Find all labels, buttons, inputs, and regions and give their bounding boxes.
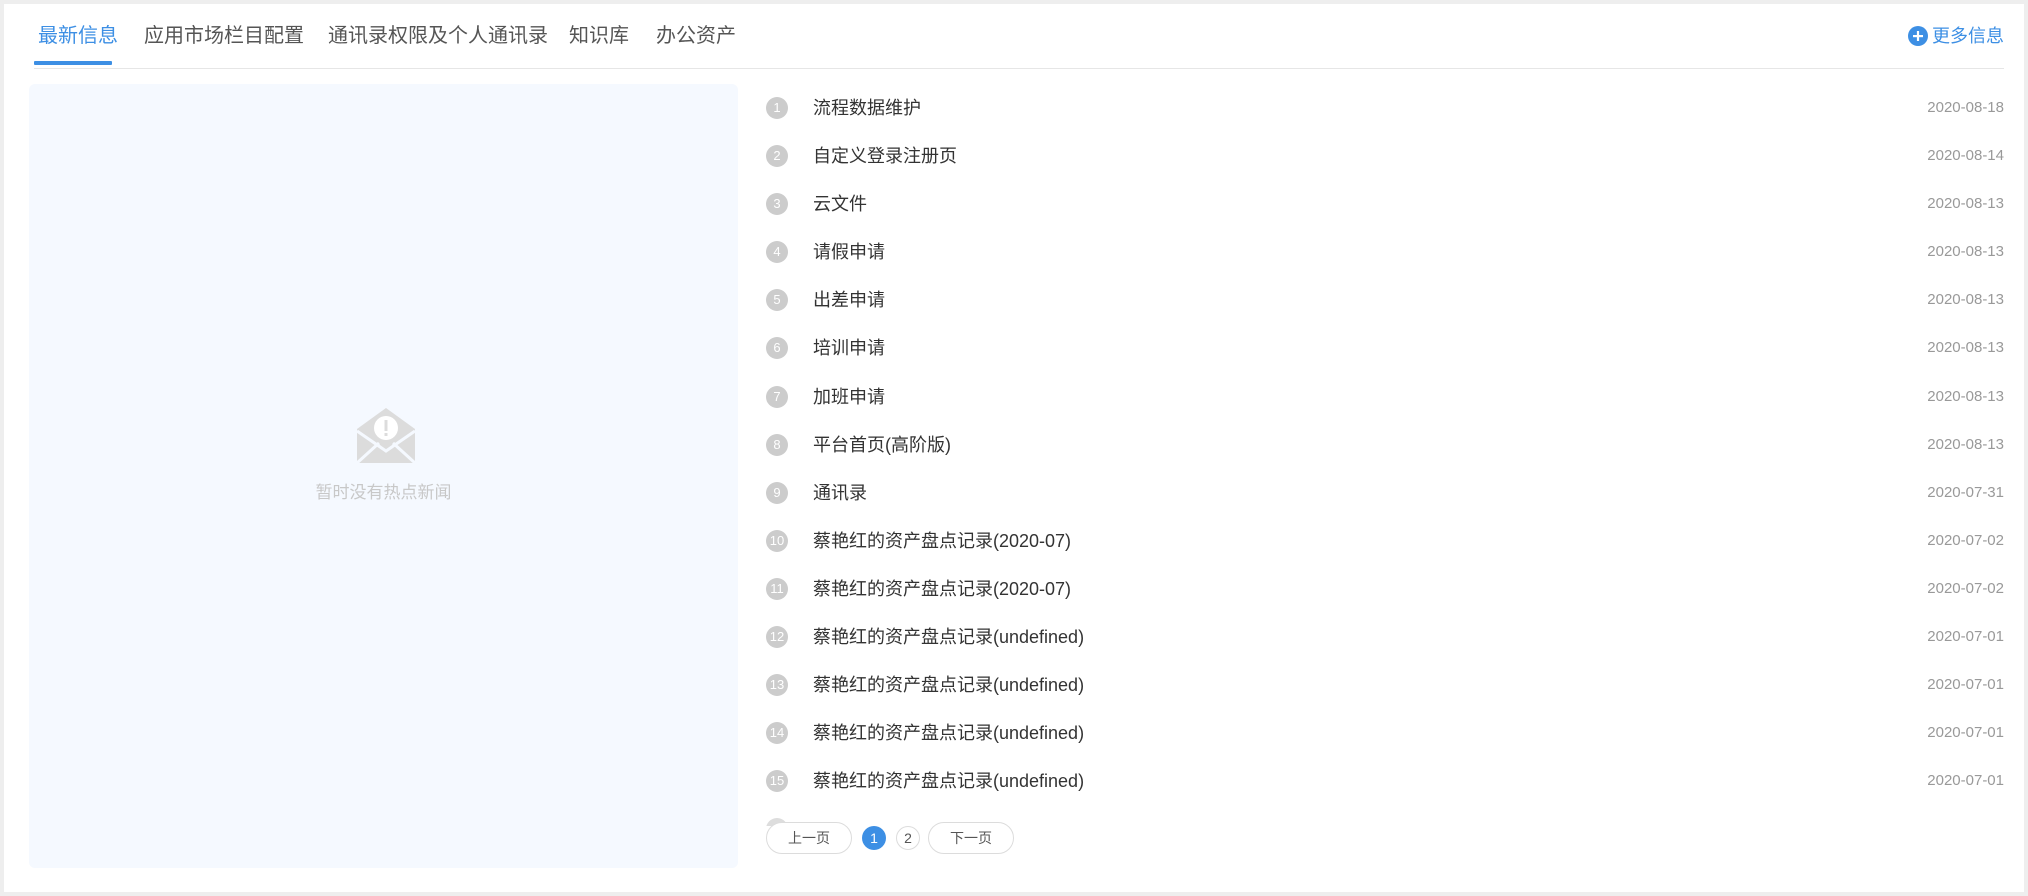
tab-latest-info[interactable]: 最新信息	[38, 22, 118, 50]
news-date: 2020-08-14	[1927, 147, 2004, 165]
news-title[interactable]: 出差申请	[813, 287, 885, 313]
news-title[interactable]: 流程数据维护	[813, 95, 921, 121]
news-date: 2020-07-01	[1927, 628, 2004, 646]
news-title[interactable]: 蔡艳红的资产盘点记录(2020-07)	[813, 576, 1071, 602]
news-title[interactable]: 蔡艳红的资产盘点记录(2020-07)	[813, 528, 1071, 554]
news-title[interactable]: 加班申请	[813, 384, 885, 410]
rank-badge: 10	[766, 529, 788, 552]
rank-badge: 14	[766, 722, 788, 745]
news-title[interactable]: 培训申请	[813, 335, 885, 361]
news-list: 1 流程数据维护 2020-08-18 2 自定义登录注册页 2020-08-14 3 云文件…	[766, 86, 2004, 807]
news-row[interactable]: 10 蔡艳红的资产盘点记录(2020-07) 2020-07-02	[766, 519, 2004, 567]
rank-badge: 9	[766, 481, 788, 504]
tab-contacts-permissions[interactable]: 通讯录权限及个人通讯录	[328, 22, 548, 50]
rank-badge: 3	[766, 193, 788, 216]
news-title[interactable]: 平台首页(高阶版)	[813, 432, 951, 458]
news-title[interactable]: 蔡艳红的资产盘点记录(undefined)	[813, 672, 1084, 698]
news-row[interactable]: 6 培训申请 2020-08-13	[766, 326, 2004, 374]
tab-office-assets[interactable]: 办公资产	[656, 22, 736, 50]
news-date: 2020-08-13	[1927, 291, 2004, 309]
page-2-button[interactable]: 2	[896, 826, 920, 850]
news-row[interactable]: 14 蔡艳红的资产盘点记录(undefined) 2020-07-01	[766, 711, 2004, 759]
news-row[interactable]: 11 蔡艳红的资产盘点记录(2020-07) 2020-07-02	[766, 567, 2004, 615]
news-widget: 最新信息 应用市场栏目配置 通讯录权限及个人通讯录 知识库 办公资产 更多信息 …	[4, 4, 2024, 892]
news-title[interactable]: 通讯录	[813, 480, 867, 506]
page-1-button[interactable]: 1	[862, 826, 886, 850]
news-date: 2020-07-01	[1927, 676, 2004, 694]
news-row[interactable]: 13 蔡艳红的资产盘点记录(undefined) 2020-07-01	[766, 663, 2004, 711]
news-row[interactable]: 1 流程数据维护 2020-08-18	[766, 86, 2004, 134]
news-row[interactable]: 5 出差申请 2020-08-13	[766, 278, 2004, 326]
news-date: 2020-08-13	[1927, 387, 2004, 405]
rank-badge: 8	[766, 433, 788, 456]
hot-news-panel: 暂时没有热点新闻	[29, 84, 738, 868]
news-row[interactable]: 12 蔡艳红的资产盘点记录(undefined) 2020-07-01	[766, 615, 2004, 663]
news-row[interactable]: 8 平台首页(高阶版) 2020-08-13	[766, 423, 2004, 471]
news-row[interactable]: 4 请假申请 2020-08-13	[766, 230, 2004, 278]
news-date: 2020-08-13	[1927, 243, 2004, 261]
mail-warning-icon	[355, 408, 417, 465]
news-date: 2020-07-01	[1927, 724, 2004, 742]
tab-app-market-config[interactable]: 应用市场栏目配置	[144, 22, 304, 50]
empty-message: 暂时没有热点新闻	[315, 483, 452, 502]
plus-circle-icon	[1908, 26, 1928, 46]
rank-badge: 1	[766, 97, 788, 119]
news-date: 2020-07-01	[1927, 772, 2004, 790]
news-row[interactable]: 2 自定义登录注册页 2020-08-14	[766, 134, 2004, 182]
rank-badge: 4	[766, 241, 788, 264]
rank-badge: 5	[766, 289, 788, 312]
rank-badge: 12	[766, 626, 788, 649]
news-title[interactable]: 蔡艳红的资产盘点记录(undefined)	[813, 624, 1084, 650]
rank-badge: 11	[766, 577, 788, 600]
pagination: 上一页 1 2 下一页	[766, 822, 1014, 854]
news-date: 2020-07-02	[1927, 579, 2004, 597]
news-date: 2020-08-13	[1927, 195, 2004, 213]
tab-knowledge-base[interactable]: 知识库	[569, 22, 629, 50]
rank-badge: 13	[766, 674, 788, 697]
more-info-link[interactable]: 更多信息	[1908, 22, 2004, 50]
news-title[interactable]: 自定义登录注册页	[813, 143, 957, 169]
next-page-button[interactable]: 下一页	[928, 822, 1014, 854]
news-row[interactable]: 3 云文件 2020-08-13	[766, 182, 2004, 230]
news-date: 2020-07-02	[1927, 531, 2004, 549]
tab-bar: 最新信息 应用市场栏目配置 通讯录权限及个人通讯录 知识库 办公资产 更多信息	[34, 4, 2004, 69]
rank-badge: 15	[766, 770, 788, 793]
prev-page-button[interactable]: 上一页	[766, 822, 852, 854]
news-date: 2020-08-13	[1927, 435, 2004, 453]
news-date: 2020-08-13	[1927, 339, 2004, 357]
news-date: 2020-07-31	[1927, 483, 2004, 501]
more-info-label: 更多信息	[1932, 26, 2004, 46]
news-row[interactable]: 7 加班申请 2020-08-13	[766, 375, 2004, 423]
news-title[interactable]: 请假申请	[813, 239, 885, 265]
active-tab-indicator	[34, 61, 112, 65]
news-title[interactable]: 云文件	[813, 191, 867, 217]
news-row[interactable]: 15 蔡艳红的资产盘点记录(undefined) 2020-07-01	[766, 759, 2004, 807]
rank-badge: 6	[766, 337, 788, 360]
news-title[interactable]: 蔡艳红的资产盘点记录(undefined)	[813, 768, 1084, 794]
rank-badge: 2	[766, 145, 788, 168]
news-row[interactable]: 9 通讯录 2020-07-31	[766, 471, 2004, 519]
news-date: 2020-08-18	[1927, 99, 2004, 116]
news-title[interactable]: 蔡艳红的资产盘点记录(undefined)	[813, 720, 1084, 746]
rank-badge: 7	[766, 385, 788, 408]
